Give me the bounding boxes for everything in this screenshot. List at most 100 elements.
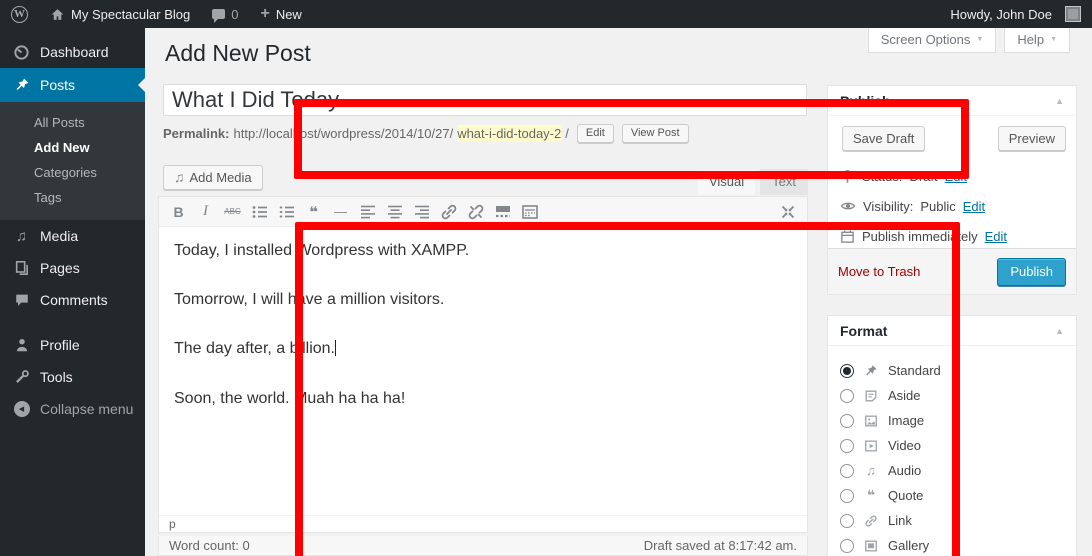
adminbar-new-menu[interactable]: + New — [249, 0, 312, 28]
submenu-tags[interactable]: Tags — [0, 185, 145, 210]
tab-text[interactable]: Text — [760, 169, 808, 195]
radio-video[interactable] — [840, 439, 854, 453]
permalink-trail: / — [565, 126, 569, 141]
sidebar-item-tools[interactable]: Tools — [0, 361, 145, 393]
format-option-audio[interactable]: ♫ Audio — [840, 458, 1064, 483]
submenu-categories[interactable]: Categories — [0, 160, 145, 185]
edit-schedule-link[interactable]: Edit — [985, 229, 1007, 244]
chevron-down-icon: ▼ — [976, 36, 983, 43]
post-title-input[interactable] — [163, 84, 807, 116]
comment-bubble-icon — [212, 9, 225, 19]
comment-count: 0 — [231, 7, 238, 22]
add-media-icon: ♫ — [174, 169, 185, 185]
format-option-video[interactable]: Video — [840, 433, 1064, 458]
preview-button[interactable]: Preview — [998, 126, 1066, 151]
move-to-trash-link[interactable]: Move to Trash — [838, 264, 920, 279]
editor-element-path[interactable]: p — [159, 515, 807, 532]
major-publishing-actions: Move to Trash Publish — [828, 248, 1076, 294]
distraction-free-button[interactable] — [774, 200, 801, 224]
radio-standard[interactable] — [840, 364, 854, 378]
format-option-image[interactable]: Image — [840, 408, 1064, 433]
tab-visual[interactable]: Visual — [697, 169, 756, 195]
edit-permalink-button[interactable]: Edit — [577, 124, 614, 143]
editor-content[interactable]: Today, I installed Wordpress with XAMPP.… — [159, 227, 807, 515]
numbered-list-button[interactable] — [273, 200, 300, 224]
view-post-button[interactable]: View Post — [622, 124, 689, 143]
submenu-add-new[interactable]: Add New — [0, 135, 145, 160]
radio-aside[interactable] — [840, 389, 854, 403]
toolbar-toggle-button[interactable] — [516, 200, 543, 224]
format-option-aside[interactable]: Aside — [840, 383, 1064, 408]
align-center-button[interactable] — [381, 200, 408, 224]
edit-visibility-link[interactable]: Edit — [963, 199, 985, 214]
minor-publishing-actions: Save Draft Preview — [828, 116, 1076, 161]
format-option-link[interactable]: Link — [840, 508, 1064, 533]
insert-link-button[interactable] — [435, 200, 462, 224]
admin-bar-right: Howdy, John Doe — [939, 0, 1092, 28]
sidebar-label-media: Media — [40, 228, 78, 244]
format-label: Gallery — [888, 538, 929, 553]
sidebar-item-pages[interactable]: Pages — [0, 252, 145, 284]
posts-submenu: All Posts Add New Categories Tags — [0, 102, 145, 220]
format-label: Image — [888, 413, 924, 428]
sidebar-label-tools: Tools — [40, 369, 73, 385]
format-box-header[interactable]: Format ▲ — [828, 316, 1076, 346]
align-left-button[interactable] — [354, 200, 381, 224]
visibility-eye-icon — [840, 198, 856, 214]
screen-meta-tabs: Screen Options ▼ Help ▼ — [868, 28, 1070, 53]
sidebar-item-posts[interactable]: Posts — [0, 68, 145, 102]
more-tag-button[interactable] — [489, 200, 516, 224]
align-right-icon — [413, 203, 431, 221]
format-option-gallery[interactable]: Gallery — [840, 533, 1064, 556]
add-media-button[interactable]: ♫ Add Media — [163, 165, 263, 190]
howdy-account-menu[interactable]: Howdy, John Doe — [939, 0, 1092, 28]
radio-quote[interactable] — [840, 489, 854, 503]
screen-options-tab[interactable]: Screen Options ▼ — [868, 28, 997, 53]
admin-bar-left: W My Spectacular Blog 0 + New — [0, 0, 313, 28]
radio-gallery[interactable] — [840, 539, 854, 553]
sidebar-item-profile[interactable]: Profile — [0, 329, 145, 361]
horizontal-rule-button[interactable]: — — [327, 200, 354, 224]
dashboard-icon — [13, 44, 30, 61]
submenu-all-posts[interactable]: All Posts — [0, 110, 145, 135]
content-area: Screen Options ▼ Help ▼ Add New Post Per… — [145, 28, 1092, 556]
wordpress-logo-menu[interactable]: W — [0, 0, 39, 28]
strikethrough-button[interactable]: ABC — [219, 200, 246, 224]
editor-status-bar: Word count: 0 Draft saved at 8:17:42 am. — [158, 536, 808, 556]
sidebar-item-media[interactable]: ♫ Media — [0, 220, 145, 252]
bullet-list-button[interactable] — [246, 200, 273, 224]
publish-box-header[interactable]: Publish ▲ — [828, 86, 1076, 116]
sidebar-item-collapse-menu[interactable]: ◀ Collapse menu — [0, 393, 145, 425]
chevron-down-icon: ▼ — [1050, 36, 1057, 43]
format-label: Video — [888, 438, 921, 453]
format-option-quote[interactable]: ❝ Quote — [840, 483, 1064, 508]
edit-status-link[interactable]: Edit — [945, 169, 967, 184]
help-tab[interactable]: Help ▼ — [1004, 28, 1070, 53]
sidebar-item-comments[interactable]: Comments — [0, 284, 145, 316]
format-quote-icon: ❝ — [862, 488, 880, 504]
italic-button[interactable]: I — [192, 200, 219, 224]
permalink-base: http://localhost/wordpress/2014/10/27/ — [233, 126, 453, 141]
radio-link[interactable] — [840, 514, 854, 528]
save-draft-button[interactable]: Save Draft — [842, 126, 925, 151]
format-option-standard[interactable]: Standard — [840, 358, 1064, 383]
adminbar-comments[interactable]: 0 — [201, 0, 249, 28]
collapse-toggle-icon: ▲ — [1055, 96, 1064, 106]
radio-audio[interactable] — [840, 464, 854, 478]
format-link-icon — [864, 514, 878, 528]
editor-paragraph: Soon, the world. Muah ha ha ha! — [174, 387, 792, 410]
publish-button[interactable]: Publish — [997, 258, 1066, 286]
avatar — [1065, 6, 1081, 22]
site-name-link[interactable]: My Spectacular Blog — [39, 0, 201, 28]
comments-icon — [14, 292, 30, 308]
sidebar-item-dashboard[interactable]: Dashboard — [0, 36, 145, 68]
bold-button[interactable]: B — [165, 200, 192, 224]
align-right-button[interactable] — [408, 200, 435, 224]
sidebar-label-dashboard: Dashboard — [40, 44, 109, 60]
post-visibility-row: Visibility: Public Edit — [828, 191, 1076, 221]
remove-link-button[interactable] — [462, 200, 489, 224]
screen-options-label: Screen Options — [881, 32, 971, 47]
blockquote-button[interactable]: ❝ — [300, 200, 327, 224]
sidebar-label-posts: Posts — [40, 77, 75, 93]
radio-image[interactable] — [840, 414, 854, 428]
